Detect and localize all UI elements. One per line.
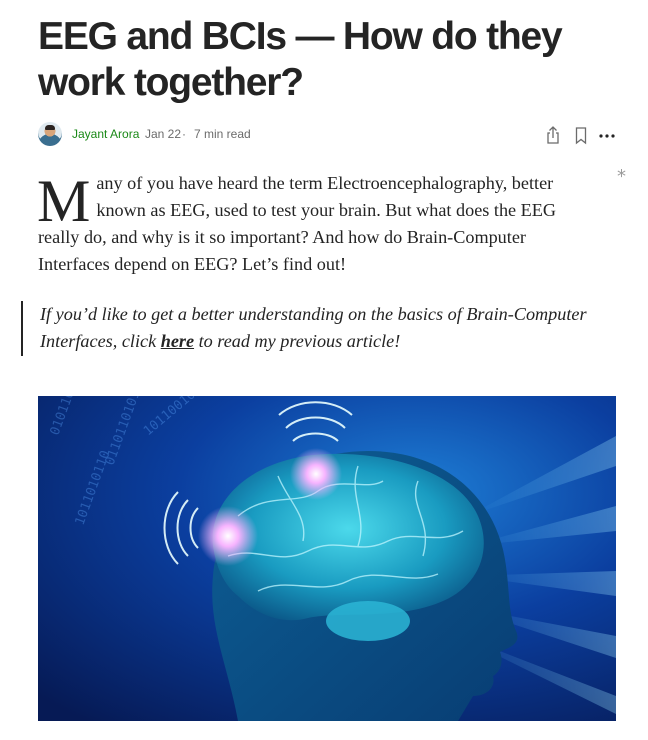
blockquote-bar — [21, 301, 23, 356]
article-title: EEG and BCIs — How do they work together… — [38, 15, 563, 104]
intro-text: any of you have heard the term Electroen… — [38, 173, 557, 274]
intro-paragraph: Many of you have heard the term Electroe… — [37, 168, 584, 278]
side-marker: * — [617, 166, 626, 187]
bookmark-icon[interactable] — [570, 124, 592, 146]
blockquote: If you’d like to get a better understand… — [40, 301, 600, 355]
author-avatar[interactable] — [38, 122, 62, 146]
more-icon[interactable] — [596, 124, 618, 146]
share-icon[interactable] — [542, 124, 564, 146]
article-meta: Jayant Arora Jan 22 · 7 min read — [38, 122, 618, 148]
publish-date: Jan 22 — [145, 127, 182, 141]
hero-image: 0101101101 1011010110 0110110101 1011001… — [38, 396, 616, 721]
meta-separator: · — [182, 127, 186, 141]
previous-article-link[interactable]: here — [161, 331, 194, 351]
author-name-link[interactable]: Jayant Arora — [72, 127, 139, 141]
read-time: 7 min read — [194, 127, 251, 141]
quote-text-after: to read my previous article! — [194, 331, 401, 351]
drop-cap: M — [37, 168, 91, 234]
brain-illustration: 0101101101 1011010110 0110110101 1011001… — [38, 396, 616, 721]
